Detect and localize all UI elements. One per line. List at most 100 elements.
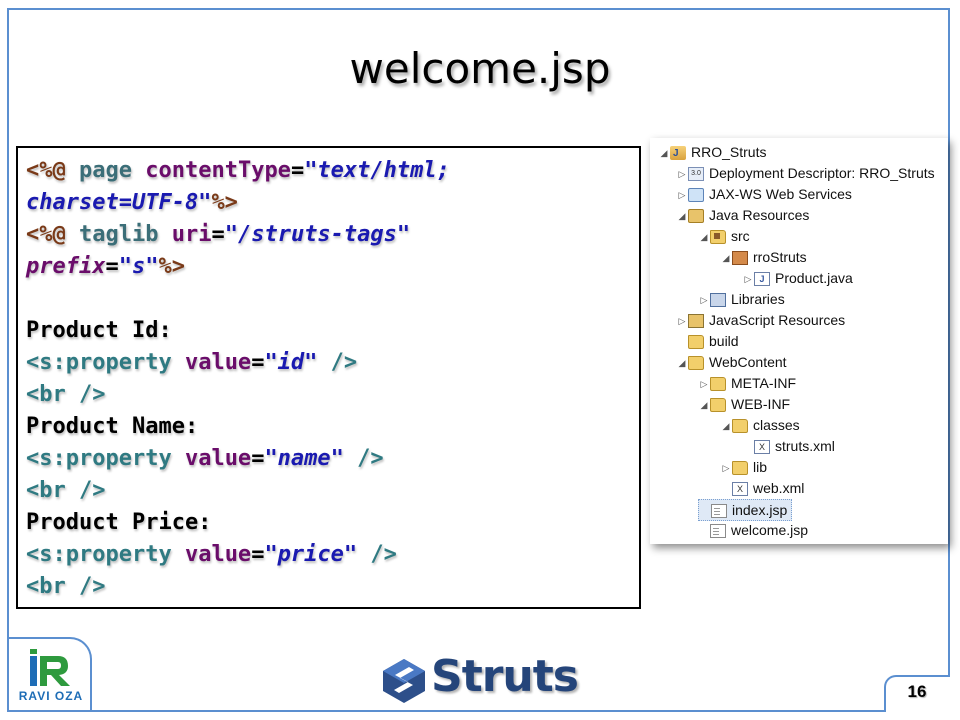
tree-item-label: struts.xml [775,438,835,454]
code-line-11: <br /> [26,478,106,503]
code-token: <%@ [26,158,66,183]
code-token: /> [357,542,397,567]
expand-twisty-icon[interactable]: ▷ [742,269,754,289]
code-line-1: <%@ page contentType="text/html; [26,155,631,187]
code-token: = [251,542,265,567]
tree-item-project[interactable]: ◢ RRO_Struts [658,142,767,164]
folder-icon [710,398,726,413]
code-token: "/struts-tags" [224,222,411,247]
folder-icon [732,461,748,476]
tree-item-webcontent[interactable]: ◢ WebContent [676,352,787,372]
code-listing: <%@ page contentType="text/html; charset… [16,146,641,609]
tree-item-javascript-resources[interactable]: ▷ JavaScript Resources [676,310,845,330]
collapse-twisty-icon[interactable]: ◢ [720,248,732,268]
code-token: "s" [118,254,159,279]
collapse-twisty-icon[interactable]: ◢ [698,227,710,247]
slide-title: welcome.jsp [349,44,611,93]
tree-item-label: index.jsp [732,502,788,518]
collapse-twisty-icon[interactable]: ◢ [676,353,688,373]
code-token: "text/html; [304,158,450,183]
code-token: = [211,222,225,247]
code-token: /> [343,446,384,471]
tree-item-label: web.xml [753,480,805,496]
code-token: taglib [65,222,172,247]
tree-item-label: lib [753,459,768,475]
code-token: value [184,542,252,567]
tree-item-label: Deployment Descriptor: RRO_Struts [709,165,935,181]
expand-twisty-icon[interactable]: ▷ [676,164,688,184]
expand-twisty-icon[interactable]: ▷ [676,311,688,331]
tree-item-label: rroStruts [753,249,807,265]
tree-item-deployment-descriptor[interactable]: ▷ 3.0 Deployment Descriptor: RRO_Struts [676,163,935,183]
expand-twisty-icon[interactable]: ▷ [676,185,688,205]
folder-icon [732,419,748,434]
code-token: "id" [264,350,318,375]
tree-item-lib[interactable]: ▷ lib [720,457,767,477]
code-token: "price" [264,542,358,567]
deployment-descriptor-icon: 3.0 [688,167,704,182]
tree-item-label: JAX-WS Web Services [709,186,852,202]
tree-item-build[interactable]: build [676,331,739,351]
code-line-3: <%@ taglib uri="/struts-tags" [26,219,631,251]
tree-item-jaxws[interactable]: ▷ JAX-WS Web Services [676,184,852,204]
tree-item-libraries[interactable]: ▷ Libraries [698,289,785,309]
tree-item-java-resources[interactable]: ◢ Java Resources [676,205,809,225]
struts-logo-icon [383,659,425,703]
code-token: charset=UTF-8" [26,190,212,215]
project-explorer-tree: ◢RRO_Struts ▷3.0Deployment Descriptor: R… [650,138,948,544]
code-line-13: <s:property value="price" /> [26,539,631,571]
expand-twisty-icon[interactable]: ▷ [698,374,710,394]
code-token: = [251,446,265,471]
web-services-icon [688,188,704,203]
tree-item-classes[interactable]: ◢ classes [720,415,800,435]
tree-item-label: WEB-INF [731,396,791,412]
code-token: %> [158,254,185,279]
code-token: value [184,350,252,375]
tree-item-label: RRO_Struts [691,144,767,160]
code-line-2: charset=UTF-8"%> [26,187,631,219]
tree-item-label: classes [753,417,800,433]
collapse-twisty-icon[interactable]: ◢ [720,416,732,436]
tree-item-struts-xml[interactable]: Xstruts.xml [742,436,835,456]
xml-file-icon: X [732,482,748,497]
code-token: <s:property [26,446,185,471]
tree-item-welcome-jsp[interactable]: welcome.jsp [698,520,808,540]
tree-item-src[interactable]: ◢ src [698,226,750,246]
struts-brand-text: Struts [431,651,579,702]
tree-item-label: build [709,333,739,349]
code-token: prefix [26,254,106,279]
collapse-twisty-icon[interactable]: ◢ [658,143,670,163]
code-line-10: <s:property value="name" /> [26,443,631,475]
logo-text: RAVI OZA [18,689,84,703]
tree-item-package[interactable]: ◢ rroStruts [720,247,807,267]
tree-item-label: welcome.jsp [731,522,809,538]
tree-item-web-xml[interactable]: Xweb.xml [720,478,804,498]
page-number: 16 [907,682,927,701]
java-resources-icon [688,209,704,224]
source-folder-icon [710,230,726,245]
code-line-14: <br /> [26,574,106,599]
code-line-9: Product Name: [26,414,199,439]
tree-item-index-jsp[interactable]: index.jsp [698,499,793,521]
tree-item-label: src [731,228,750,244]
expand-twisty-icon[interactable]: ▷ [720,458,732,478]
javascript-resources-icon [688,314,704,329]
collapse-twisty-icon[interactable]: ◢ [698,395,710,415]
tree-item-product-java[interactable]: ▷ J Product.java [742,268,853,288]
code-token: "name" [264,446,344,471]
code-line-7: <s:property value="id" /> [26,347,631,379]
code-token: uri [171,222,212,247]
code-line-8: <br /> [26,382,106,407]
expand-twisty-icon[interactable]: ▷ [698,290,710,310]
tree-item-label: META-INF [731,375,797,391]
libraries-icon [710,293,726,308]
code-line-4: prefix="s"%> [26,251,631,283]
tree-item-web-inf[interactable]: ◢ WEB-INF [698,394,790,414]
code-line-6: Product Id: [26,318,172,343]
collapse-twisty-icon[interactable]: ◢ [676,206,688,226]
tree-item-meta-inf[interactable]: ▷ META-INF [698,373,796,393]
folder-icon [688,356,704,371]
folder-icon [688,335,704,350]
tree-item-label: WebContent [709,354,787,370]
